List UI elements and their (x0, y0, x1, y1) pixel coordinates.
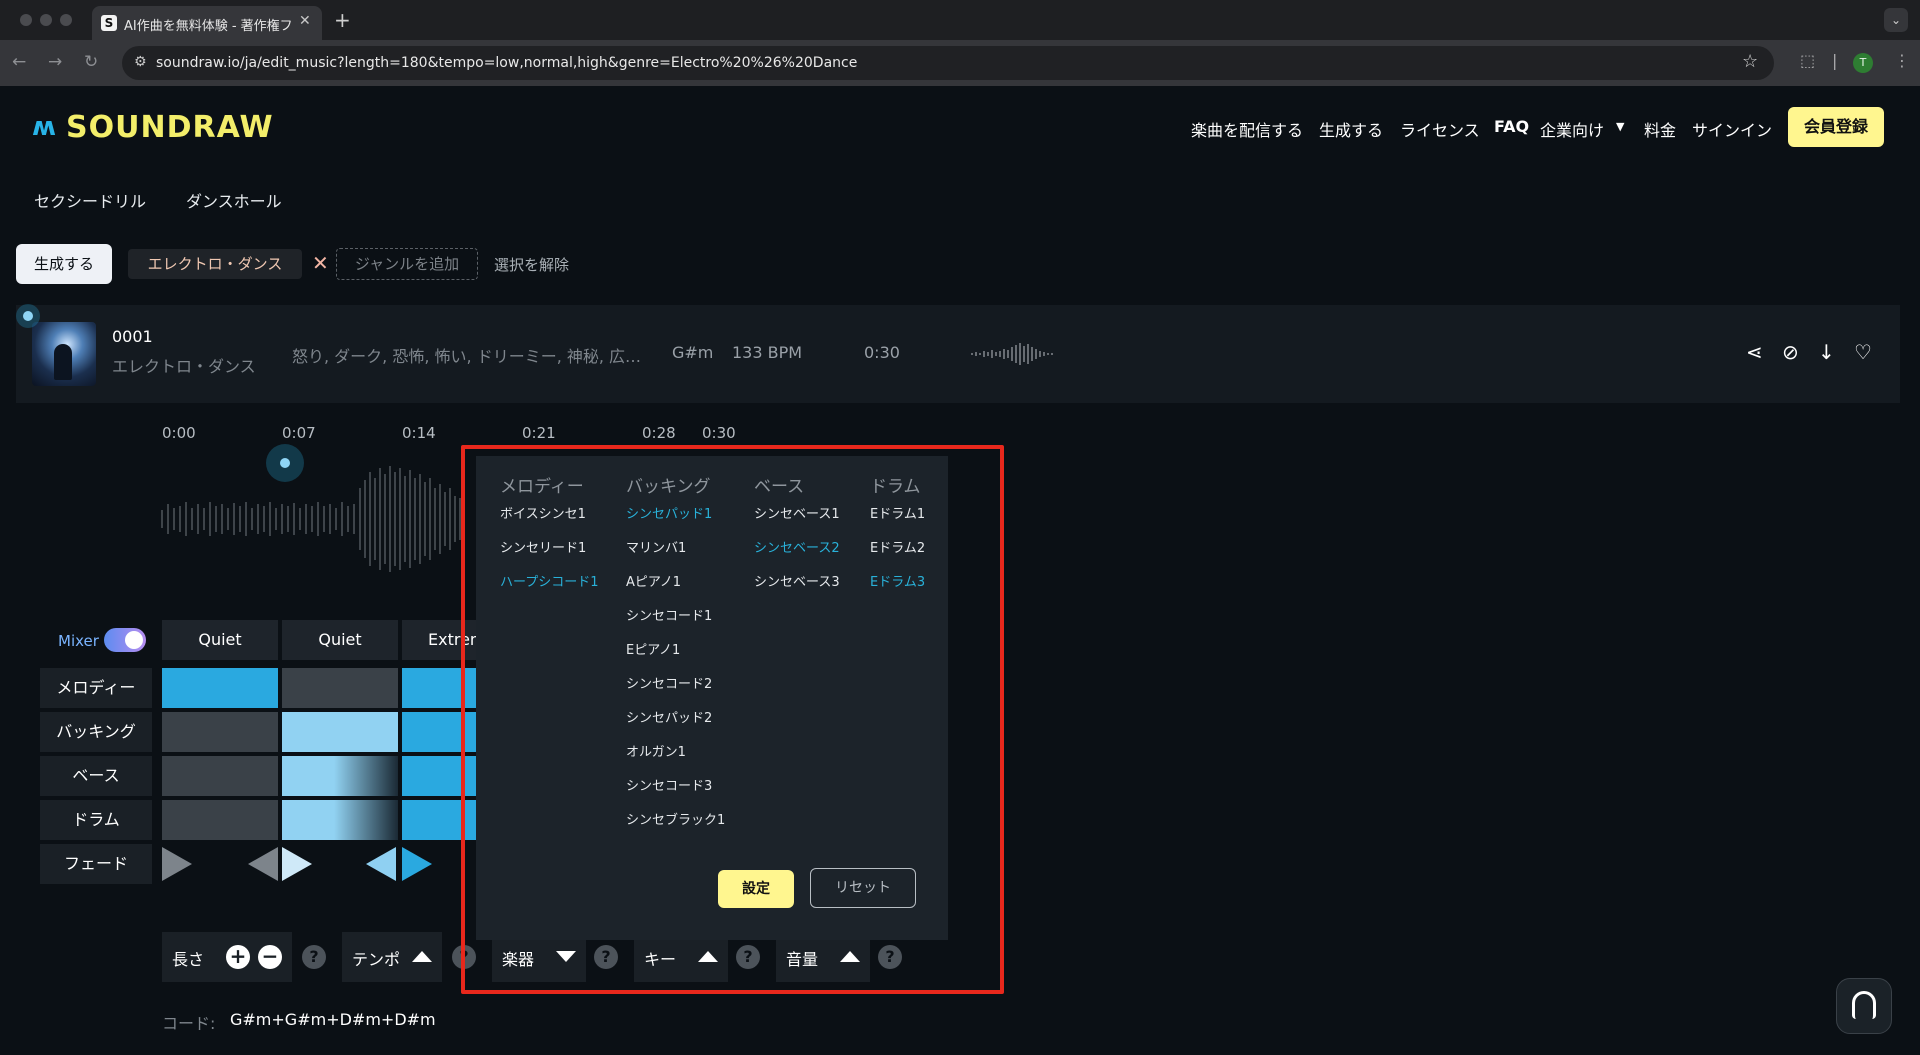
generate-button[interactable]: 生成する (16, 244, 112, 284)
track-artwork (32, 322, 96, 386)
address-bar[interactable]: ⚙ soundraw.io/ja/edit_music?length=180&t… (122, 46, 1774, 80)
fade-out-icon[interactable] (248, 847, 278, 881)
chord-progression: G#m+G#m+D#m+D#m (230, 1010, 436, 1029)
tab-title: AI作曲を無料体験 - 著作権フリー (124, 19, 292, 34)
subgenre-sexy-drill[interactable]: セクシードリル (34, 188, 146, 212)
subgenre-dancehall[interactable]: ダンスホール (186, 188, 282, 212)
download-icon[interactable]: ↓ (1818, 340, 1835, 364)
nav-enterprise[interactable]: 企業向け (1540, 117, 1604, 141)
mixer-track-backing: バッキング (40, 712, 152, 752)
mixer-label: Mixer (58, 632, 99, 650)
mixer-cell[interactable] (282, 712, 398, 752)
extensions-icon[interactable]: ⬚ (1800, 51, 1815, 70)
mixer-cell[interactable] (162, 800, 278, 840)
mixer-track-melody: メロディー (40, 668, 152, 708)
track-duration: 0:30 (864, 343, 900, 362)
site-favicon-icon: S (101, 15, 117, 31)
genre-chip[interactable]: エレクトロ・ダンス (128, 249, 302, 279)
track-moods: 怒り, ダーク, 恐怖, 怖い, ドリーミー, 神秘, 広… (292, 347, 642, 366)
window-zoom-button[interactable] (60, 14, 72, 26)
support-headset-icon[interactable] (1836, 978, 1892, 1034)
track-genre: エレクトロ・ダンス (112, 357, 256, 376)
fade-in-icon[interactable] (402, 847, 432, 881)
tab-search-icon[interactable]: ⌄ (1884, 8, 1908, 32)
remove-length-icon[interactable]: − (258, 945, 282, 969)
time-tick: 0:28 (642, 424, 676, 442)
fade-out-icon[interactable] (366, 847, 396, 881)
browser-menu-icon[interactable]: ⋮ (1894, 51, 1910, 70)
annotation-highlight-box (461, 445, 1004, 994)
help-icon[interactable]: ? (302, 945, 326, 969)
back-arrow-icon[interactable]: ← (12, 52, 26, 72)
mixer-cell[interactable] (162, 712, 278, 752)
tempo-control[interactable]: テンポ (342, 932, 442, 982)
time-tick: 0:21 (522, 424, 556, 442)
preset-quiet[interactable]: Quiet (162, 620, 278, 660)
logo-text: SOUNDRAW (66, 110, 274, 145)
length-label: 長さ (172, 950, 205, 969)
time-tick: 0:00 (162, 424, 196, 442)
browser-tabstrip: S AI作曲を無料体験 - 著作権フリー ✕ + ⌄ (0, 0, 1920, 40)
favorite-heart-icon[interactable]: ♡ (1854, 340, 1872, 364)
nav-signin[interactable]: サインイン (1692, 117, 1772, 141)
browser-tab-active[interactable]: S AI作曲を無料体験 - 著作権フリー ✕ (92, 6, 322, 40)
nav-pricing[interactable]: 料金 (1644, 117, 1676, 141)
forward-arrow-icon[interactable]: → (48, 52, 62, 72)
remove-genre-icon[interactable]: ✕ (312, 251, 329, 275)
mixer-cell[interactable] (162, 756, 278, 796)
signup-button[interactable]: 会員登録 (1788, 107, 1884, 147)
mixer-track-drums: ドラム (40, 800, 152, 840)
mixer-cell[interactable] (162, 668, 278, 708)
link-icon[interactable]: ⊘ (1782, 340, 1799, 364)
tab-close-icon[interactable]: ✕ (299, 13, 311, 29)
time-tick: 0:14 (402, 424, 436, 442)
nav-distribute[interactable]: 楽曲を配信する (1191, 117, 1303, 141)
track-bpm: 133 BPM (732, 343, 803, 362)
nav-generate[interactable]: 生成する (1319, 117, 1383, 141)
track-key: G#m (672, 343, 714, 362)
mixer-cell[interactable] (282, 668, 398, 708)
profile-avatar[interactable]: T (1853, 53, 1873, 73)
track-row[interactable]: 0001 エレクトロ・ダンス 怒り, ダーク, 恐怖, 怖い, ドリーミー, 神… (16, 305, 1900, 403)
track-waveform[interactable] (160, 458, 480, 580)
reload-icon[interactable]: ↻ (84, 52, 98, 72)
mixer-cell[interactable] (282, 756, 398, 796)
clear-selection-button[interactable]: 選択を解除 (494, 254, 569, 275)
track-number: 0001 (112, 327, 153, 346)
window-minimize-button[interactable] (40, 14, 52, 26)
address-url[interactable]: soundraw.io/ja/edit_music?length=180&tem… (156, 55, 857, 71)
chord-label: コード: (162, 1014, 216, 1033)
nav-faq[interactable]: FAQ (1494, 117, 1529, 136)
mixer-toggle[interactable] (104, 628, 146, 652)
time-tick: 0:30 (702, 424, 736, 442)
track-playhead-handle[interactable] (16, 304, 40, 328)
nav-license[interactable]: ライセンス (1400, 117, 1480, 141)
site-settings-icon[interactable]: ⚙ (134, 54, 147, 70)
window-close-button[interactable] (20, 14, 32, 26)
browser-toolbar: ← → ↻ ⚙ soundraw.io/ja/edit_music?length… (0, 40, 1920, 86)
preset-quiet[interactable]: Quiet (282, 620, 398, 660)
logo-wave-icon: ʍ (32, 112, 57, 142)
share-icon[interactable]: ⋖ (1746, 340, 1763, 364)
length-control: 長さ + − (162, 932, 292, 982)
new-tab-icon[interactable]: + (334, 8, 351, 32)
add-length-icon[interactable]: + (226, 945, 250, 969)
tempo-label: テンポ (352, 950, 401, 969)
track-mini-waveform[interactable] (970, 341, 1054, 367)
toolbar-divider: | (1832, 51, 1838, 70)
mixer-cell[interactable] (282, 800, 398, 840)
mixer-track-fade: フェード (40, 844, 152, 884)
tempo-caret-up-icon[interactable] (412, 951, 432, 962)
bookmark-star-icon[interactable]: ☆ (1742, 51, 1758, 72)
chevron-down-icon[interactable]: ▼ (1616, 120, 1624, 133)
mixer-track-bass: ベース (40, 756, 152, 796)
add-genre-button[interactable]: ジャンルを追加 (336, 248, 478, 280)
fade-in-icon[interactable] (162, 847, 192, 881)
time-tick: 0:07 (282, 424, 316, 442)
fade-in-icon[interactable] (282, 847, 312, 881)
